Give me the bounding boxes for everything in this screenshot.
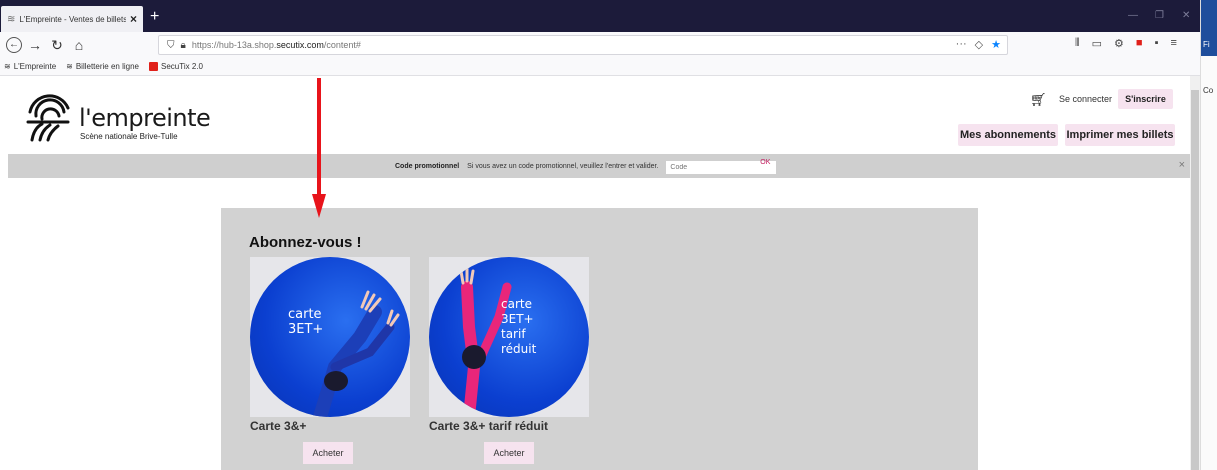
buy-button[interactable]: Acheter: [484, 442, 534, 464]
extension-red-icon[interactable]: ■: [1136, 37, 1143, 50]
bookmark-item[interactable]: ≋ Billetterie en ligne: [66, 62, 139, 71]
promo-title: Code promotionnel: [395, 162, 460, 170]
scrollbar-thumb[interactable]: [1191, 90, 1199, 470]
promo-description: Si vous avez un code promotionnel, veuil…: [467, 162, 659, 170]
cart-icon[interactable]: 🛒︎: [1030, 92, 1047, 108]
my-subscriptions-button[interactable]: Mes abonnements: [958, 124, 1058, 146]
side-label: Co: [1203, 86, 1214, 95]
screenshot-frame: ≋ L'Empreinte - Ventes de billets × + — …: [0, 0, 1217, 470]
site-logo[interactable]: l'empreinte Scène nationale Brive-Tulle: [24, 84, 224, 154]
card-image[interactable]: carte 3ET+: [250, 257, 410, 417]
bookmark-item[interactable]: SecuTix 2.0: [149, 62, 203, 71]
minimize-icon[interactable]: —: [1128, 10, 1138, 21]
buy-button[interactable]: Acheter: [303, 442, 353, 464]
bookmark-star-icon[interactable]: ★: [991, 38, 1001, 51]
annotation-arrow: [312, 78, 326, 218]
card-name: Carte 3&+ tarif réduit: [429, 419, 549, 433]
bookmarks-bar: ≋ L'Empreinte ≋ Billetterie en ligne SecuT…: [0, 58, 1200, 76]
tab-title: L'Empreinte - Ventes de billets: [19, 14, 126, 24]
login-link[interactable]: Se connecter: [1059, 94, 1112, 104]
sidebar-icon[interactable]: ▭: [1092, 37, 1102, 50]
tab-close-icon[interactable]: ×: [130, 12, 137, 26]
panel-title: Abonnez-vous !: [249, 234, 362, 251]
bookmark-item[interactable]: ≋ L'Empreinte: [4, 62, 56, 71]
pocket-icon[interactable]: ◇: [975, 38, 983, 51]
card-image-text: carte: [288, 307, 322, 322]
back-icon[interactable]: ←: [6, 37, 22, 53]
card-image[interactable]: carte 3ET+ tarif réduit: [429, 257, 589, 417]
card-image-text: tarif: [501, 327, 526, 341]
brand-tagline: Scène nationale Brive-Tulle: [80, 132, 178, 141]
close-window-icon[interactable]: ✕: [1182, 10, 1190, 21]
page-scrollbar[interactable]: [1190, 76, 1200, 470]
shield-icon: ⛉: [167, 39, 175, 51]
card-disc-graphic: carte 3ET+ tarif réduit: [429, 257, 589, 417]
bookmark-favicon-icon: ≋: [4, 62, 11, 71]
site-favicon-icon: ≋: [7, 13, 16, 25]
subscription-card: carte 3ET+ Carte 3&+ Acheter: [250, 257, 410, 464]
print-tickets-button[interactable]: Imprimer mes billets: [1065, 124, 1175, 146]
browser-tabstrip: ≋ L'Empreinte - Ventes de billets × + — …: [0, 0, 1200, 32]
adjacent-window-strip: Fi Co: [1200, 0, 1217, 470]
brand-wordmark: l'empreinte: [79, 104, 211, 132]
browser-navbar: ← → ↻ ⌂ ⛉ 🔒︎ https://hub-13a.shop.secuti…: [0, 32, 1200, 58]
secutix-favicon-icon: [149, 62, 158, 71]
library-icon[interactable]: ⫴: [1075, 37, 1080, 50]
subscription-card: carte 3ET+ tarif réduit Carte 3&+ tarif …: [429, 257, 589, 464]
promo-code-bar: Code promotionnel Si vous avez un code p…: [8, 154, 1190, 178]
maximize-icon[interactable]: ❐: [1155, 10, 1164, 21]
card-name: Carte 3&+: [250, 419, 307, 433]
menu-icon[interactable]: ≡: [1170, 37, 1176, 50]
extension-grid-icon[interactable]: ▪: [1155, 37, 1159, 50]
forward-icon[interactable]: →: [26, 37, 44, 53]
page-actions-icon[interactable]: ···: [956, 38, 967, 51]
browser-tab[interactable]: ≋ L'Empreinte - Ventes de billets ×: [1, 6, 143, 32]
dancer-illustration: [313, 290, 400, 417]
side-label: Fi: [1203, 40, 1210, 49]
card-image-text: réduit: [501, 342, 537, 356]
subscriptions-panel: Abonnez-vous ! carte 3ET+ Carte 3&+ Ache…: [221, 208, 978, 470]
card-image-text: 3ET+: [288, 322, 324, 337]
close-promo-icon[interactable]: ×: [1179, 159, 1185, 171]
extension-icon[interactable]: ⚙: [1114, 37, 1124, 50]
reload-icon[interactable]: ↻: [48, 37, 66, 54]
signup-button[interactable]: S'inscrire: [1118, 89, 1173, 109]
address-bar[interactable]: ⛉ 🔒︎ https://hub-13a.shop.secutix.com/co…: [158, 35, 1008, 55]
card-image-text: carte: [501, 297, 532, 311]
card-image-text: 3ET+: [501, 312, 534, 326]
promo-ok-button[interactable]: OK: [760, 159, 770, 166]
card-disc-graphic: carte 3ET+: [250, 257, 410, 417]
lock-icon: 🔒︎: [180, 39, 186, 51]
bookmark-favicon-icon: ≋: [66, 62, 73, 71]
url-text: https://hub-13a.shop.secutix.com/content…: [191, 40, 361, 50]
new-tab-button[interactable]: +: [150, 8, 159, 26]
waves-logo-icon: [26, 94, 70, 142]
home-icon[interactable]: ⌂: [70, 37, 88, 53]
